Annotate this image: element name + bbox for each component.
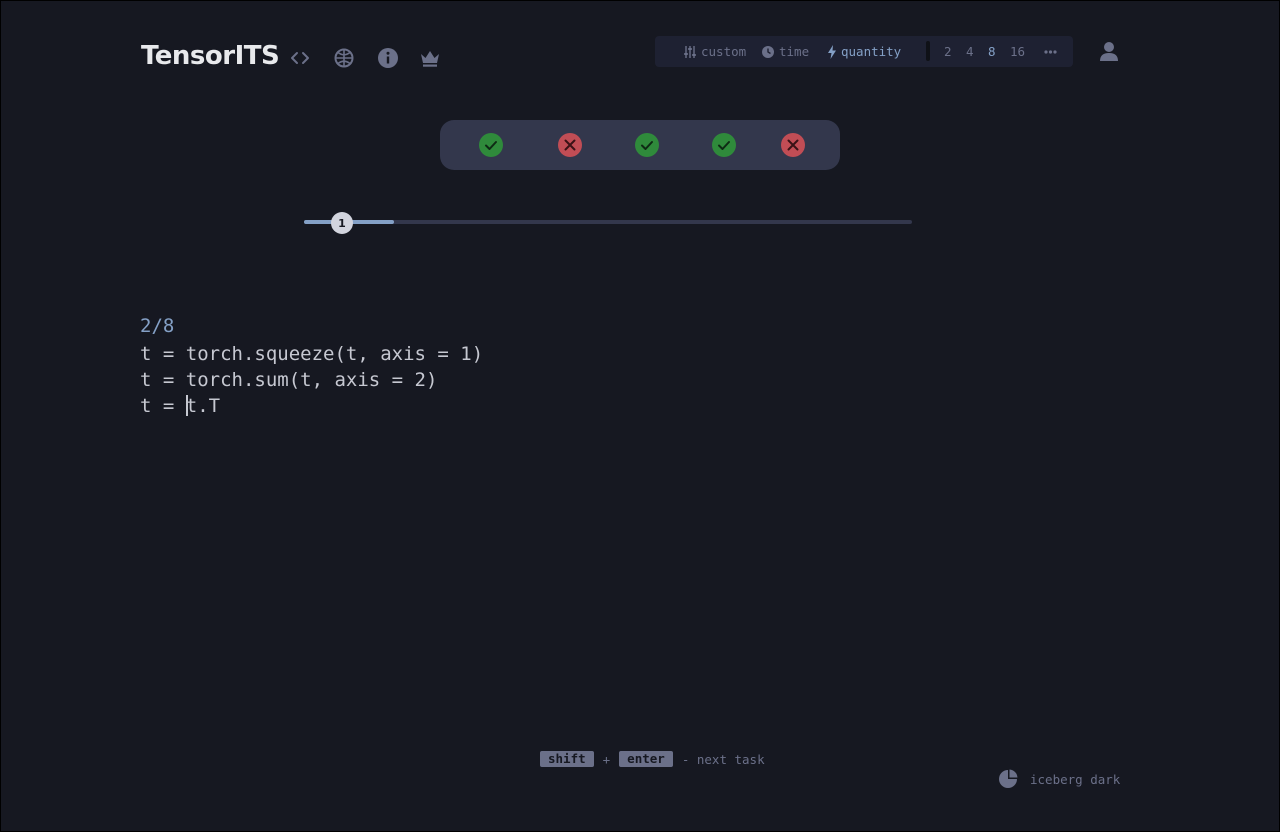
- hint-action: - next task: [681, 751, 765, 767]
- mode-time[interactable]: time: [761, 36, 809, 67]
- app-logo[interactable]: TensorITS: [141, 41, 280, 71]
- shortcut-hint: shift + enter - next task: [540, 751, 765, 767]
- mode-quantity[interactable]: quantity: [827, 36, 901, 67]
- theme-switcher[interactable]: iceberg dark: [998, 769, 1120, 789]
- bolt-icon: [828, 44, 836, 59]
- code-line: t = torch.squeeze(t, axis = 1): [140, 343, 484, 365]
- enter-key: enter: [619, 751, 673, 767]
- mode-custom[interactable]: custom: [683, 36, 746, 67]
- crown-icon[interactable]: [418, 46, 442, 70]
- result-correct-icon: [712, 133, 736, 157]
- theme-name: iceberg dark: [1030, 771, 1121, 787]
- result-correct-icon: [635, 133, 659, 157]
- shift-key: shift: [540, 751, 594, 767]
- count-option-16[interactable]: 16: [1010, 36, 1025, 67]
- code-input-prefix: t =: [140, 395, 186, 417]
- ellipsis-icon[interactable]: [1044, 36, 1061, 67]
- globe-icon[interactable]: [332, 46, 356, 70]
- mode-custom-label: custom: [701, 44, 747, 59]
- sliders-icon: [684, 45, 696, 58]
- user-icon[interactable]: [1098, 40, 1120, 62]
- mode-quantity-label: quantity: [841, 44, 902, 59]
- results-panel: [440, 120, 840, 170]
- code-icon[interactable]: [288, 46, 312, 70]
- count-option-4[interactable]: 4: [966, 36, 974, 67]
- config-divider: [926, 41, 930, 61]
- difficulty-slider-thumb[interactable]: 1: [331, 212, 353, 234]
- mode-time-label: time: [779, 44, 810, 59]
- test-config-bar: custom time quantity 2 4 8 16: [655, 36, 1073, 67]
- result-correct-icon: [479, 133, 503, 157]
- plus-sign: +: [602, 751, 611, 767]
- code-input-value[interactable]: t.T: [186, 395, 220, 417]
- palette-icon: [999, 769, 1018, 788]
- count-option-2[interactable]: 2: [944, 36, 952, 67]
- clock-icon: [762, 45, 774, 58]
- task-counter: 2/8: [140, 315, 175, 337]
- code-input-line[interactable]: t = t.T: [140, 393, 483, 419]
- result-wrong-icon: [781, 133, 805, 157]
- info-icon[interactable]: [376, 46, 400, 70]
- result-wrong-icon: [558, 133, 582, 157]
- count-option-8[interactable]: 8: [988, 36, 996, 67]
- code-area: t = torch.squeeze(t, axis = 1) t = torch…: [140, 341, 483, 419]
- difficulty-slider-track[interactable]: [304, 220, 912, 224]
- code-line: t = torch.sum(t, axis = 2): [140, 369, 438, 391]
